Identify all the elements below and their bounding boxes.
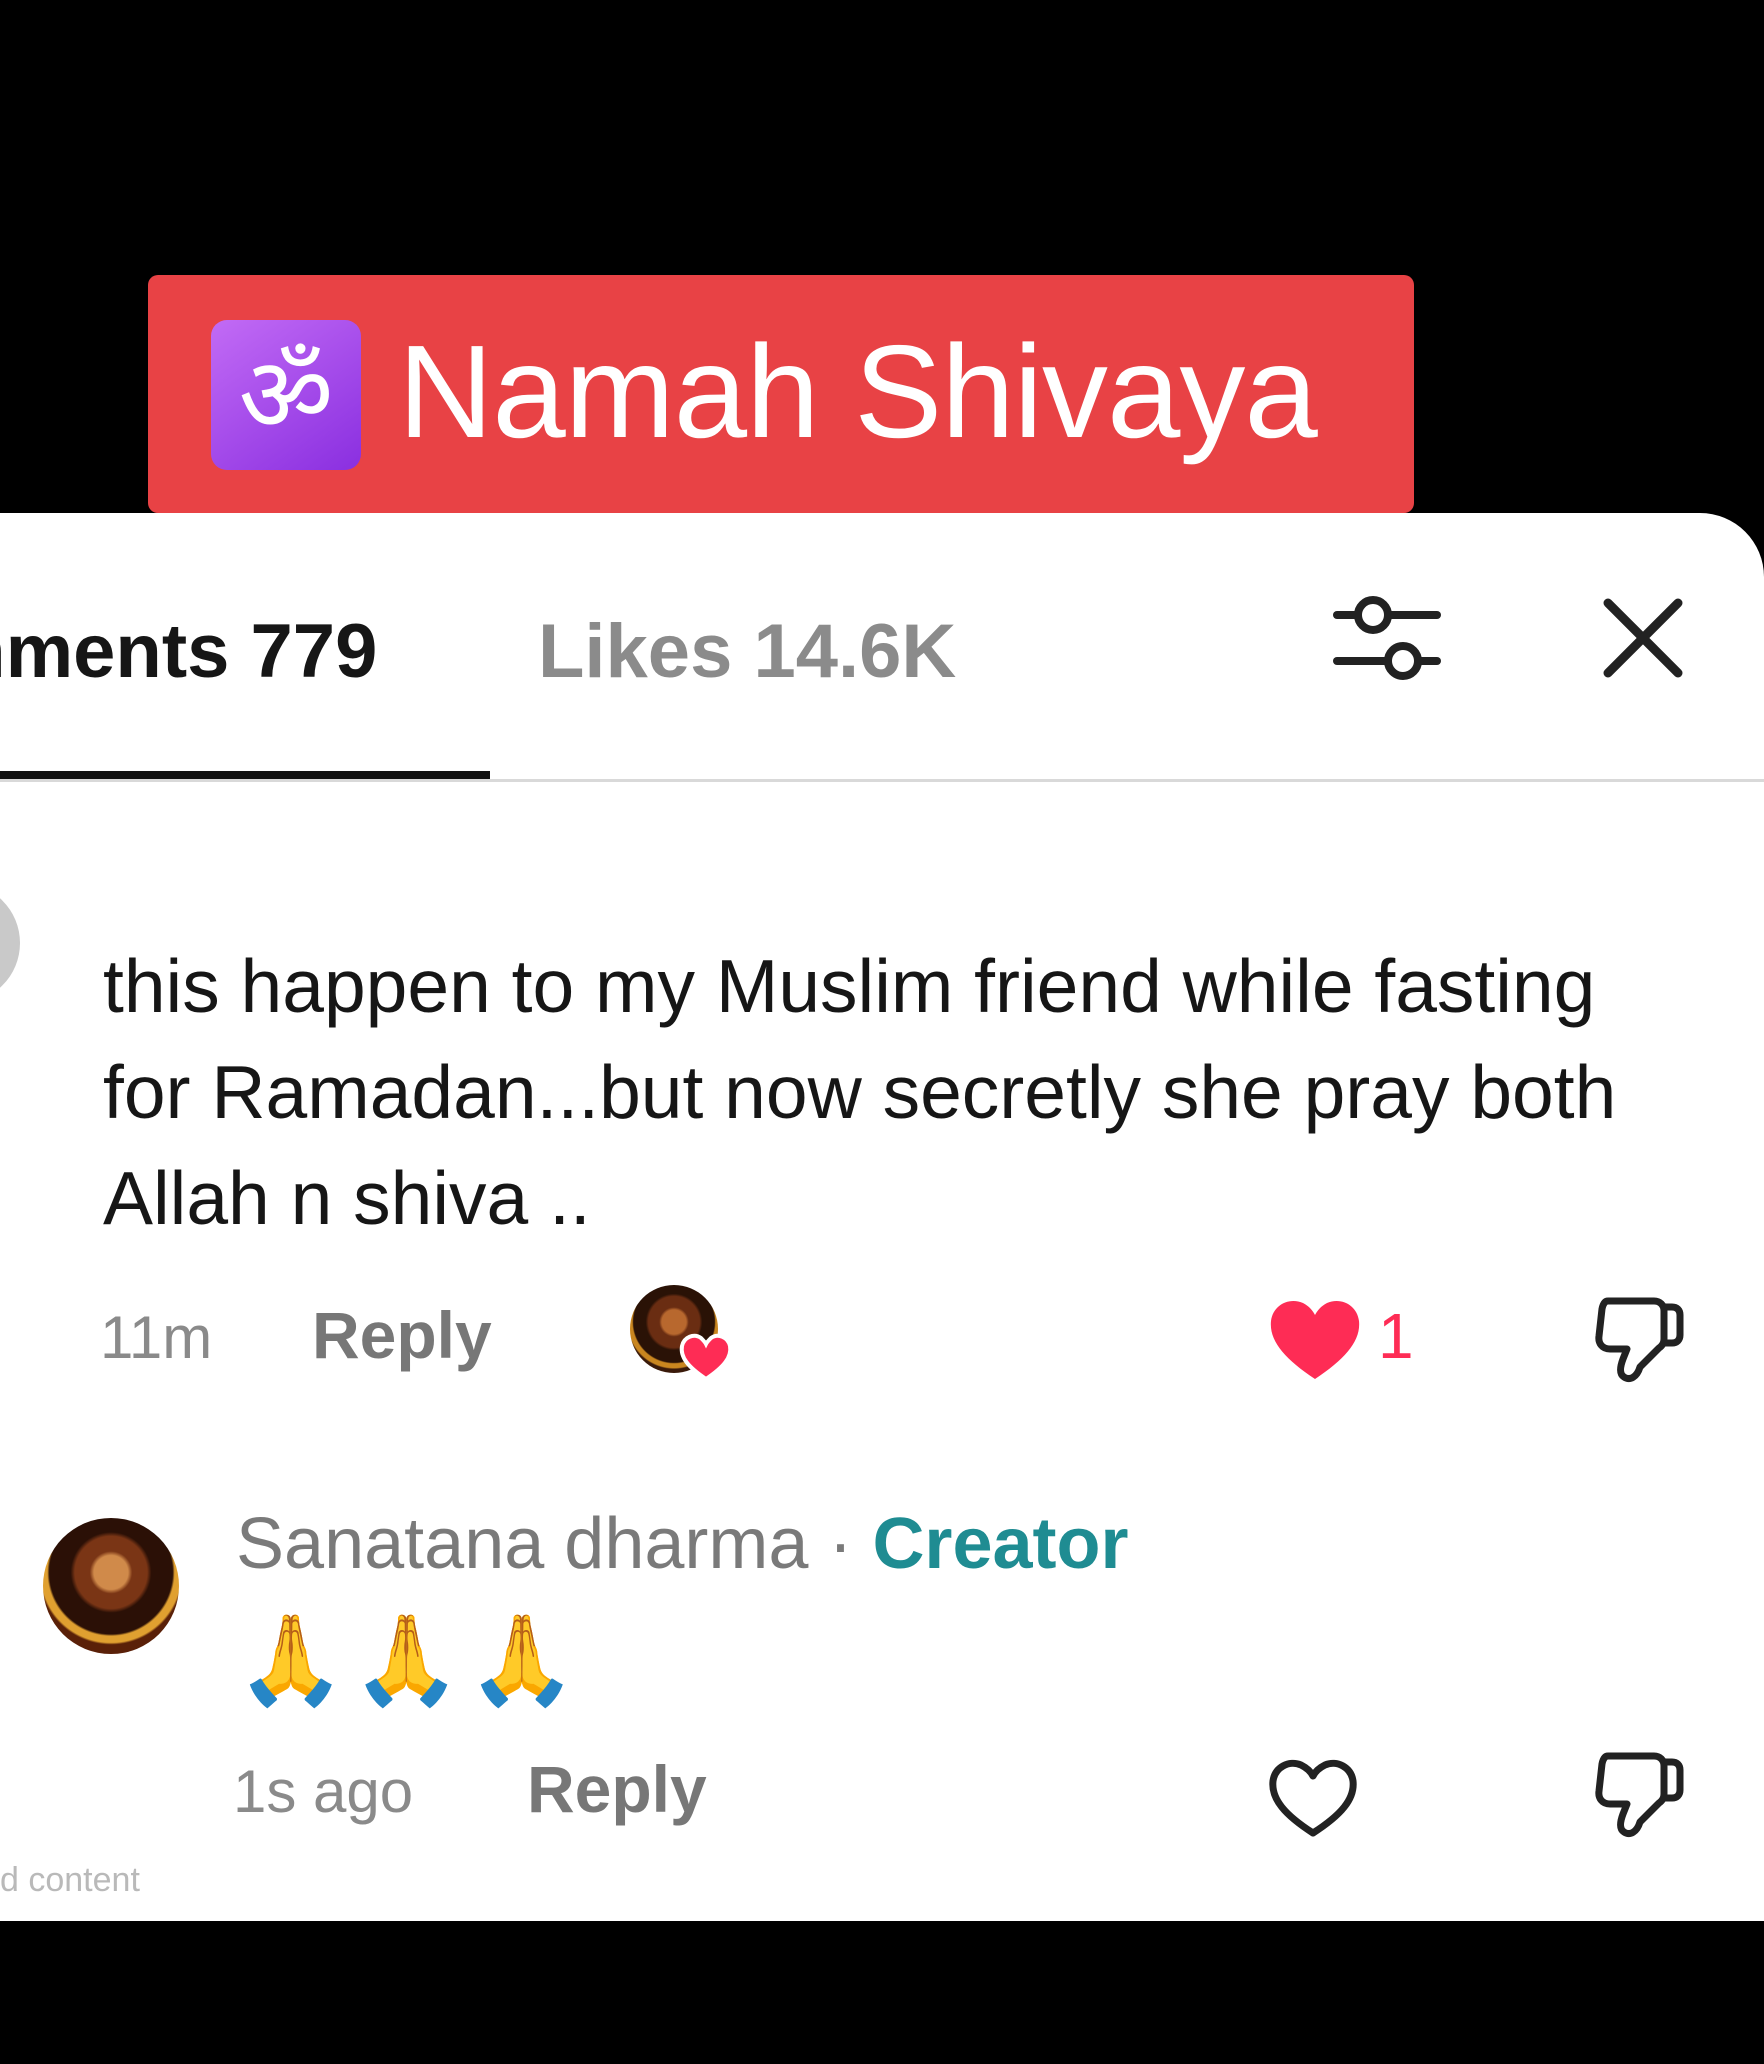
reply-timestamp: 1s ago	[233, 1758, 414, 1825]
om-icon: ॐ	[211, 320, 361, 470]
tabs-divider	[0, 779, 1764, 782]
creator-badge: Creator	[872, 1504, 1129, 1584]
heart-icon[interactable]	[1263, 1751, 1363, 1841]
comment-text: this happen to my Muslim friend while fa…	[103, 944, 1617, 1240]
title-banner: ॐ Namah Shivaya	[148, 275, 1414, 513]
tab-likes[interactable]: Likes 14.6K	[538, 608, 956, 695]
reply-author-name[interactable]: Sanatana dharma	[236, 1504, 808, 1584]
reply-text: 🙏🙏🙏	[236, 1608, 583, 1711]
thumbs-down-icon[interactable]	[1590, 1291, 1686, 1387]
tab-bar: mments 779 Likes 14.6K	[0, 513, 1764, 783]
comment-timestamp: 11m	[100, 1304, 213, 1371]
reply-author-line: Sanatana dharma · Creator	[236, 1503, 1129, 1585]
comment-reply-button[interactable]: Reply	[312, 1297, 492, 1373]
sliders-icon[interactable]	[1333, 583, 1443, 693]
close-icon[interactable]	[1600, 595, 1686, 681]
banner-title: Namah Shivaya	[398, 318, 1318, 465]
heart-icon	[679, 1333, 733, 1382]
comments-sheet: mments 779 Likes 14.6K this happen to my…	[0, 513, 1764, 1921]
heart-icon[interactable]	[1265, 1293, 1365, 1383]
creator-avatar[interactable]	[43, 1518, 179, 1654]
liked-by-creator-badge	[630, 1285, 734, 1389]
tab-comments[interactable]: mments 779	[0, 608, 377, 695]
author-separator: ·	[828, 1504, 853, 1584]
commenter-avatar[interactable]	[0, 883, 20, 1003]
footer-note: d content	[0, 1861, 140, 1899]
like-count: 1	[1378, 1300, 1414, 1372]
reply-reply-button[interactable]: Reply	[527, 1751, 707, 1827]
thumbs-down-icon[interactable]	[1590, 1746, 1686, 1842]
